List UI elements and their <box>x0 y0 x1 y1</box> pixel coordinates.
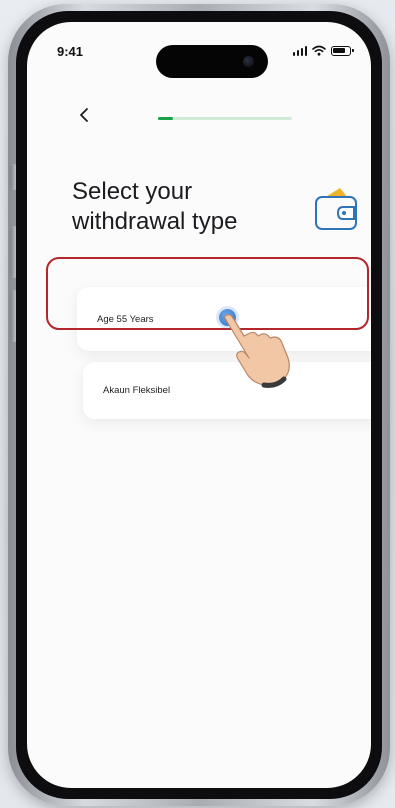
phone-bezel: 9:41 Select your withdrawal type Age 55 … <box>16 11 382 799</box>
back-chevron-icon <box>80 108 88 122</box>
camera-icon <box>243 56 254 67</box>
back-button[interactable] <box>71 102 97 128</box>
progress-bar <box>158 117 292 120</box>
battery-icon <box>331 45 354 56</box>
page-title: Select your withdrawal type <box>72 178 238 235</box>
status-icons <box>292 45 354 56</box>
app-screen: 9:41 Select your withdrawal type Age 55 … <box>27 22 371 788</box>
option-label: Age 55 Years <box>97 313 154 325</box>
progress-fill <box>158 117 173 120</box>
dynamic-island <box>156 45 268 78</box>
signal-icon <box>292 45 307 56</box>
wallet-icon <box>315 188 357 230</box>
pointing-hand-icon <box>224 314 290 388</box>
phone-frame: 9:41 Select your withdrawal type Age 55 … <box>8 4 390 806</box>
wifi-icon <box>312 45 326 56</box>
option-label: Akaun Fleksibel <box>103 385 171 396</box>
status-time: 9:41 <box>57 44 84 59</box>
